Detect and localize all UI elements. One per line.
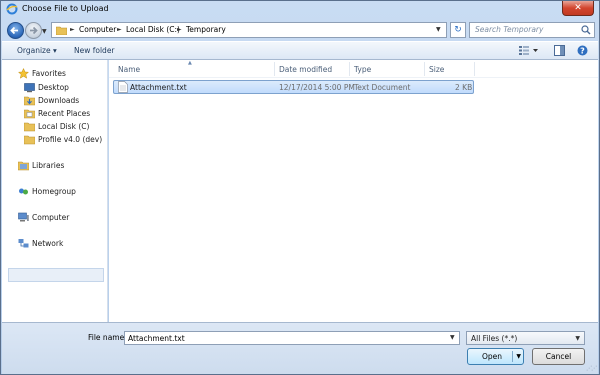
split-divider xyxy=(512,351,513,362)
open-label: Open xyxy=(482,352,503,361)
breadcrumb-separator[interactable]: ► xyxy=(177,26,182,33)
folder-icon xyxy=(24,135,35,145)
breadcrumb-temporary[interactable]: Temporary xyxy=(186,25,226,34)
file-name-label: File name: xyxy=(88,333,127,342)
open-options-dropdown[interactable]: ▼ xyxy=(516,349,521,364)
preview-pane-icon[interactable] xyxy=(554,45,565,56)
column-header-type[interactable]: Type xyxy=(354,65,371,74)
search-input[interactable]: Search Temporary xyxy=(469,22,595,38)
file-upload-dialog: Choose File to Upload ✕ ▼ ► Computer ► L… xyxy=(0,0,600,375)
command-bar: Organize ▾ New folder ? xyxy=(2,41,598,60)
organize-button[interactable]: Organize ▾ xyxy=(17,46,57,55)
refresh-icon: ↻ xyxy=(454,25,462,35)
header-divider xyxy=(109,77,598,78)
desktop-icon xyxy=(24,83,35,93)
window-title: Choose File to Upload xyxy=(22,4,109,13)
search-icon xyxy=(581,25,591,35)
address-dropdown[interactable]: ▼ xyxy=(436,26,441,33)
back-button[interactable] xyxy=(7,22,24,39)
column-header-size[interactable]: Size xyxy=(429,65,444,74)
star-icon xyxy=(18,68,29,79)
file-type-select[interactable]: All Files (*.*) ▼ xyxy=(466,331,585,345)
file-name-dropdown[interactable]: ▼ xyxy=(450,334,455,341)
breadcrumb-separator[interactable]: ► xyxy=(70,26,75,33)
arrow-left-icon xyxy=(10,26,18,35)
file-type: Text Document xyxy=(354,83,411,92)
forward-button[interactable] xyxy=(25,22,42,39)
file-date-modified: 12/17/2014 5:00 PM xyxy=(279,83,355,92)
breadcrumb-separator[interactable]: ► xyxy=(117,26,122,33)
refresh-button[interactable]: ↻ xyxy=(450,22,466,38)
column-header-name[interactable]: Name xyxy=(118,65,140,74)
close-button[interactable]: ✕ xyxy=(562,1,594,16)
downloads-folder-icon xyxy=(24,96,35,106)
svg-text:?: ? xyxy=(580,46,585,55)
view-options-icon[interactable] xyxy=(518,45,540,56)
help-icon[interactable]: ? xyxy=(577,45,588,56)
network-icon xyxy=(18,239,29,248)
new-folder-button[interactable]: New folder xyxy=(74,46,115,55)
column-divider[interactable] xyxy=(349,62,350,76)
file-name[interactable]: Attachment.txt xyxy=(130,83,187,92)
dialog-footer: File name: ▼ All Files (*.*) ▼ Open ▼ Ca… xyxy=(2,322,598,374)
address-bar[interactable]: ► Computer ► Local Disk (C:) ► Temporary… xyxy=(51,22,447,38)
column-header-date-modified[interactable]: Date modified xyxy=(279,65,332,74)
recent-places-icon xyxy=(24,109,35,119)
folder-icon xyxy=(24,122,35,132)
folder-icon xyxy=(56,26,67,35)
file-type-value: All Files (*.*) xyxy=(471,334,518,343)
file-size: 2 KB xyxy=(455,83,473,92)
recent-pages-dropdown[interactable]: ▼ xyxy=(42,28,47,35)
breadcrumb-local-disk[interactable]: Local Disk (C:) xyxy=(126,25,180,34)
computer-icon xyxy=(18,212,29,222)
file-name-input[interactable] xyxy=(124,331,460,345)
nav-selection-highlight xyxy=(8,268,104,282)
libraries-icon xyxy=(18,161,29,171)
resize-grip[interactable]: ⋰⋰ xyxy=(586,365,597,372)
open-button[interactable]: Open ▼ xyxy=(467,348,524,365)
arrow-right-icon xyxy=(30,26,38,35)
internet-explorer-icon xyxy=(6,3,18,15)
search-placeholder: Search Temporary xyxy=(475,25,544,34)
title-bar: Choose File to Upload ✕ xyxy=(1,1,599,18)
file-list: ▲ Name Date modified Type Size Attachmen… xyxy=(109,60,598,322)
sort-indicator-icon: ▲ xyxy=(188,60,192,66)
navigation-pane: Favorites Desktop Downloads Recent Place… xyxy=(2,60,108,322)
column-divider[interactable] xyxy=(474,62,475,76)
breadcrumb-computer[interactable]: Computer xyxy=(79,25,116,34)
column-divider[interactable] xyxy=(424,62,425,76)
cancel-button[interactable]: Cancel xyxy=(532,348,585,365)
chevron-down-icon: ▼ xyxy=(575,335,580,342)
text-file-icon xyxy=(118,81,128,93)
column-divider[interactable] xyxy=(274,62,275,76)
homegroup-icon xyxy=(19,188,28,195)
